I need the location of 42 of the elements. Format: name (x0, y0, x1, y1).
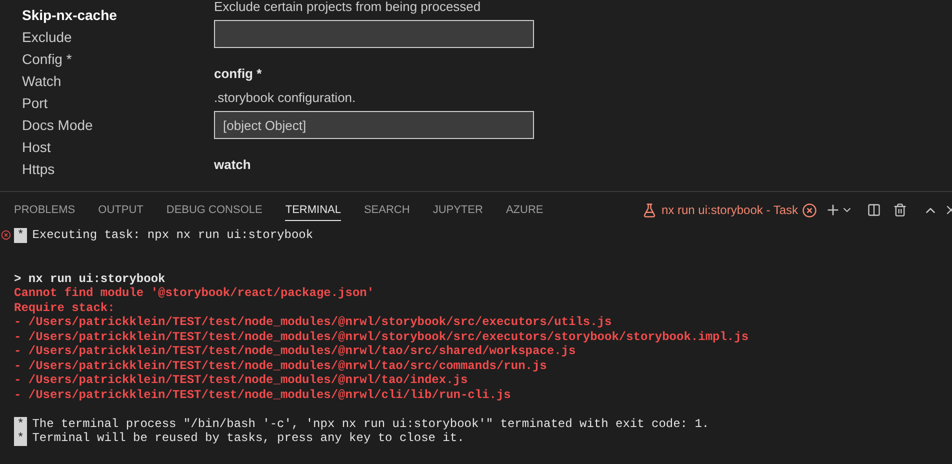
setting-title: config * (214, 66, 263, 81)
sidebar-item[interactable]: Exclude (22, 26, 214, 48)
terminal-line: Executing task: npx nx run ui:storybook (32, 228, 314, 242)
terminal-line: The terminal process "/bin/bash '-c', 'npx nx run ui:storybook'" terminated with exit code: 1. (32, 416, 710, 431)
terminal-line: Terminal will be reused by tasks, press any key to close it. (32, 431, 464, 446)
panel-tab[interactable]: PROBLEMS (14, 199, 76, 221)
task-marker: * (14, 431, 28, 446)
sidebar-item[interactable]: Host (22, 136, 214, 158)
sidebar-item[interactable]: Port (22, 92, 214, 114)
terminal-line: - /Users/patrickklein/TEST/test/node_modules/@nrwl/tao/src/shared/workspace.js (14, 344, 576, 358)
terminal-line: - /Users/patrickklein/TEST/test/node_modules/@nrwl/storybook/src/executors/storybook/storybook.impl.js (14, 330, 749, 344)
panel-tab[interactable]: TERMINAL (285, 199, 341, 221)
setting-description: Exclude certain projects from being processed (214, 0, 482, 16)
sidebar-item[interactable]: Skip-nx-cache (22, 4, 214, 26)
error-circle-icon[interactable] (802, 202, 817, 218)
panel-tab[interactable]: SEARCH (364, 199, 410, 221)
plus-icon[interactable] (825, 202, 841, 218)
task-marker: * (14, 228, 28, 242)
input-field[interactable] (214, 20, 534, 48)
terminal-line: - /Users/patrickklein/TEST/test/node_modules/@nrwl/tao/src/commands/run.js (14, 358, 547, 373)
sidebar-item[interactable]: Config * (22, 48, 214, 70)
sidebar-item[interactable]: Watch (22, 70, 214, 92)
sidebar-item[interactable]: Https (22, 158, 214, 180)
terminal-line: Cannot find module '@storybook/react/package.json' (14, 286, 374, 300)
terminal-line: - /Users/patrickklein/TEST/test/node_modules/@nrwl/storybook/src/executors/utils.js (14, 315, 612, 330)
setting-description: .storybook configuration. (214, 89, 357, 107)
panel-tab[interactable]: DEBUG CONSOLE (166, 199, 262, 221)
terminal-line: > nx run ui:storybook (14, 272, 166, 286)
task-marker: * (14, 416, 28, 431)
panel-tab[interactable]: JUPYTER (432, 199, 483, 221)
setting-title: watch (214, 157, 252, 172)
terminal-line: - /Users/patrickklein/TEST/test/node_modules/@nrwl/tao/index.js (14, 373, 468, 388)
input-field[interactable]: [object Object] (214, 111, 534, 139)
split-icon[interactable] (867, 203, 881, 217)
trash-icon[interactable] (893, 203, 907, 217)
flask-icon[interactable] (642, 202, 658, 218)
panel-tab[interactable]: AZURE (506, 199, 544, 221)
terminal-task-name[interactable]: nx run ui:storybook - Task (661, 203, 798, 217)
panel-tab[interactable]: OUTPUT (98, 199, 144, 221)
sidebar-item[interactable]: Docs Mode (22, 114, 214, 136)
terminal-line: - /Users/patrickklein/TEST/test/node_modules/@nrwl/cli/lib/run-cli.js (14, 388, 511, 402)
terminal-line: Require stack: (14, 300, 115, 315)
